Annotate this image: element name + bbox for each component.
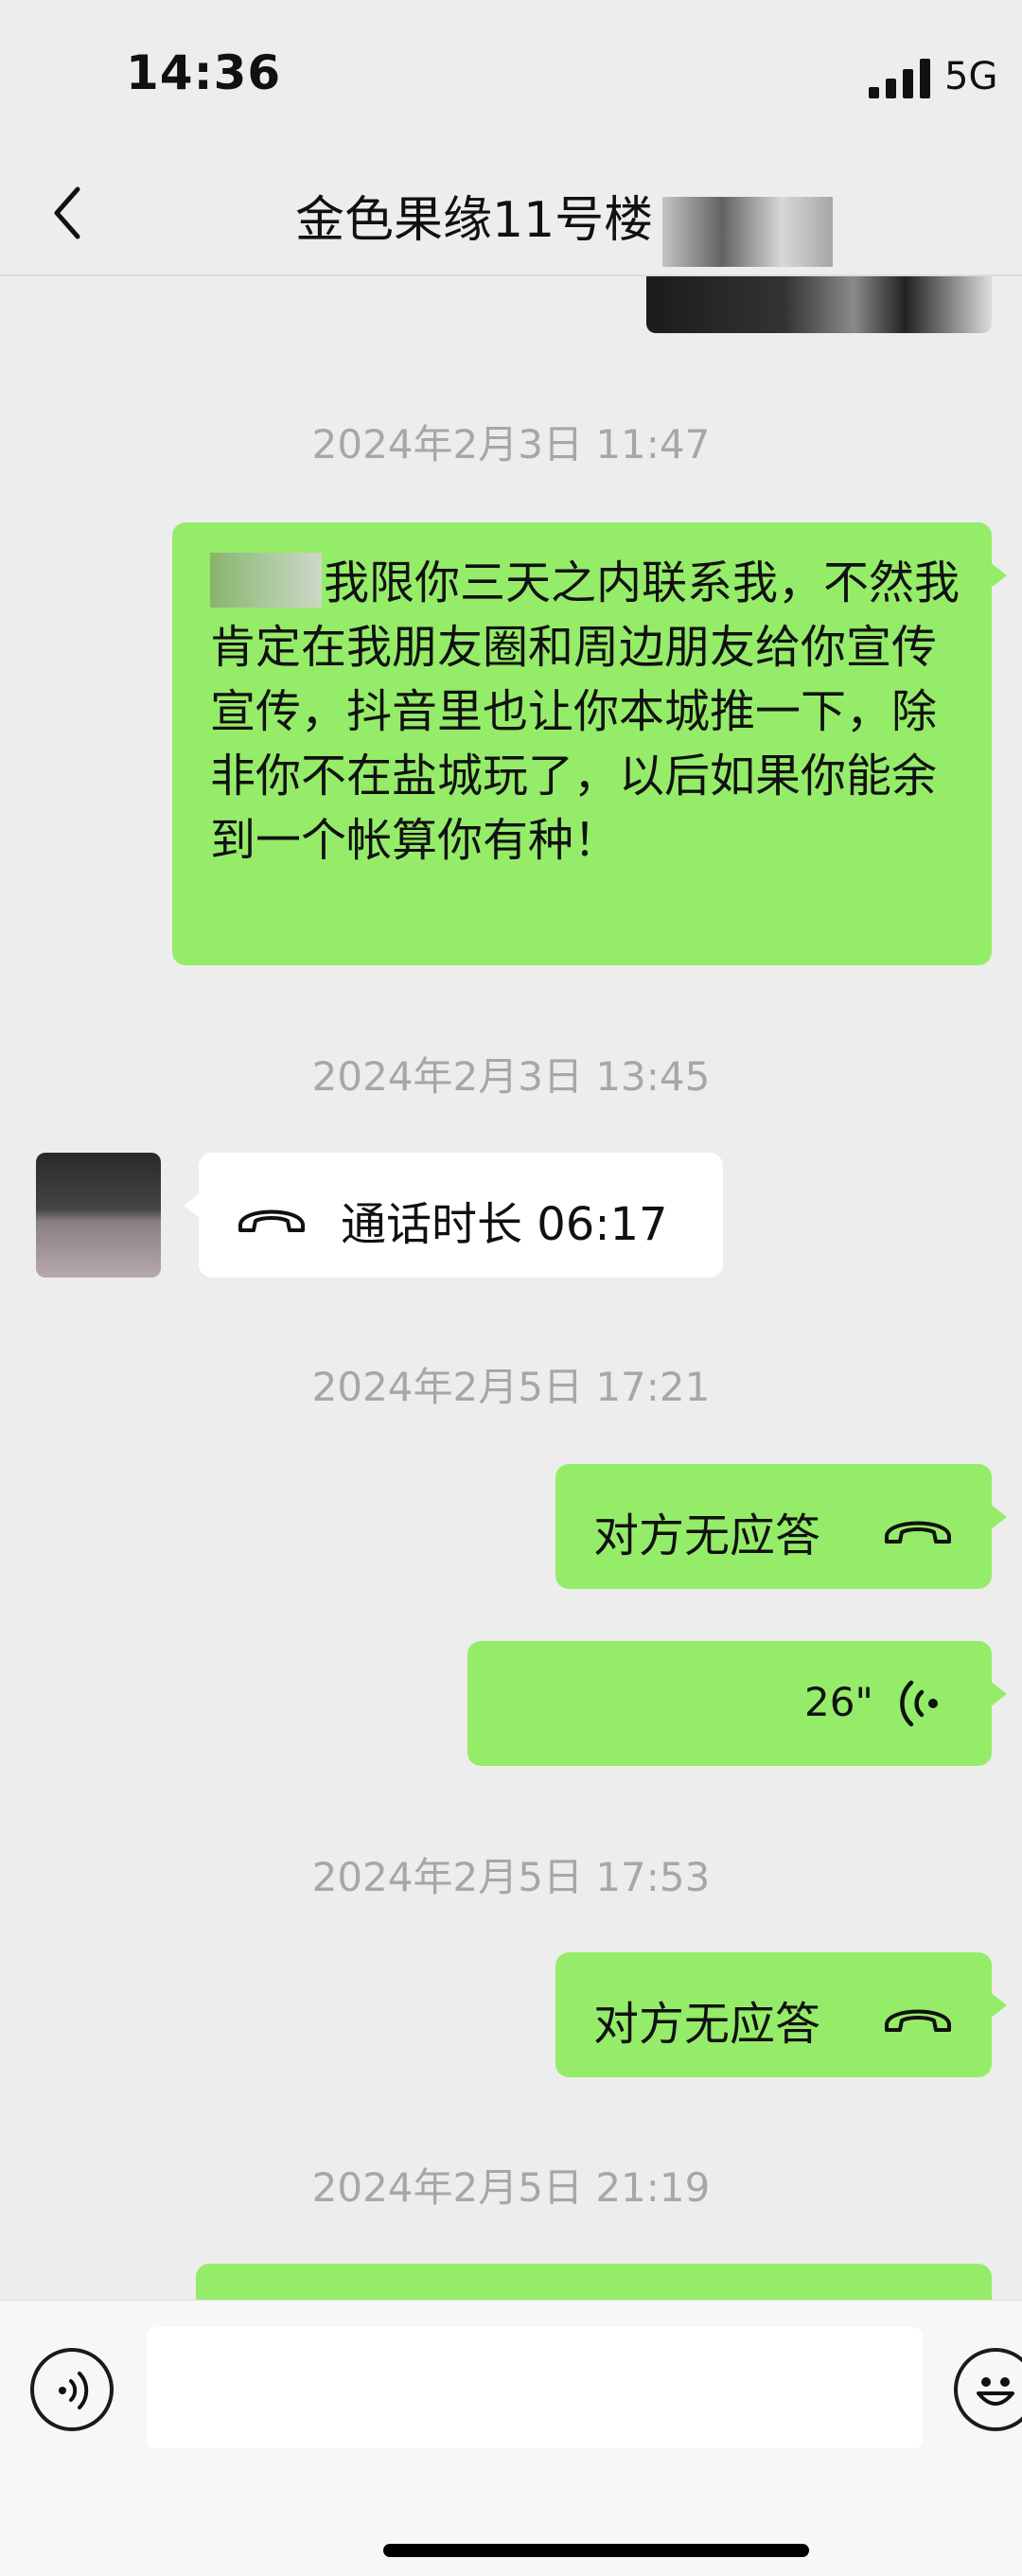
emoji-button[interactable]	[954, 2348, 1022, 2431]
emoji-face-icon	[977, 2377, 1014, 2406]
call-duration-text: 通话时长 06:17	[341, 1198, 668, 1251]
signal-bars-icon	[869, 59, 930, 98]
voice-mode-button[interactable]	[30, 2348, 114, 2431]
status-time: 14:36	[126, 45, 282, 100]
message-text: 我限你三天之内联系我，不然我肯定在我朋友圈和周边朋友给你宣传宣传，抖音里也让你本…	[210, 556, 960, 867]
back-chevron-icon[interactable]	[45, 180, 93, 246]
call-status-text: 对方无应答	[593, 1509, 821, 1562]
timestamp: 2024年2月5日 17:53	[311, 1854, 711, 1900]
chat-title: 金色果缘11号楼	[295, 192, 654, 249]
phone-handset-icon	[238, 1209, 305, 1232]
input-bar	[0, 2300, 1022, 2576]
timestamp: 2024年2月3日 11:47	[311, 421, 711, 468]
chat-header: 金色果缘11号楼	[0, 151, 1022, 276]
voice-mode-icon	[59, 2372, 89, 2409]
timestamp: 2024年2月3日 13:45	[311, 1053, 711, 1100]
status-bar: 14:36 5G	[0, 0, 1022, 151]
timestamp: 2024年2月5日 17:21	[311, 1364, 711, 1410]
timestamp: 2024年2月5日 21:19	[311, 2164, 711, 2211]
avatar[interactable]	[36, 1153, 161, 1278]
sent-call-bubble[interactable]: 对方无应答	[555, 1952, 1007, 2077]
network-type: 5G	[944, 55, 998, 98]
received-call-bubble[interactable]: 通话时长 06:17	[184, 1153, 723, 1278]
sent-message-bubble[interactable]: 我限你三天之内联系我，不然我肯定在我朋友圈和周边朋友给你宣传宣传，抖音里也让你本…	[172, 522, 1007, 965]
censored-name	[210, 553, 322, 608]
voice-wave-icon	[900, 1680, 938, 1727]
censored-title-part	[662, 197, 833, 267]
message-text-block: 我限你三天之内联系我，不然我肯定在我朋友圈和周边朋友给你宣传宣传，抖音里也让你本…	[210, 551, 967, 873]
message-input[interactable]	[147, 2327, 923, 2448]
sent-call-bubble[interactable]: 对方无应答	[555, 1464, 1007, 1589]
phone-handset-icon	[885, 1521, 951, 1544]
phone-handset-icon	[885, 2009, 951, 2032]
voice-duration: 26"	[804, 1679, 873, 1725]
voice-message-bubble[interactable]: 26"	[467, 1641, 1007, 1766]
call-status-text: 对方无应答	[593, 1998, 821, 2051]
home-indicator	[383, 2544, 809, 2557]
